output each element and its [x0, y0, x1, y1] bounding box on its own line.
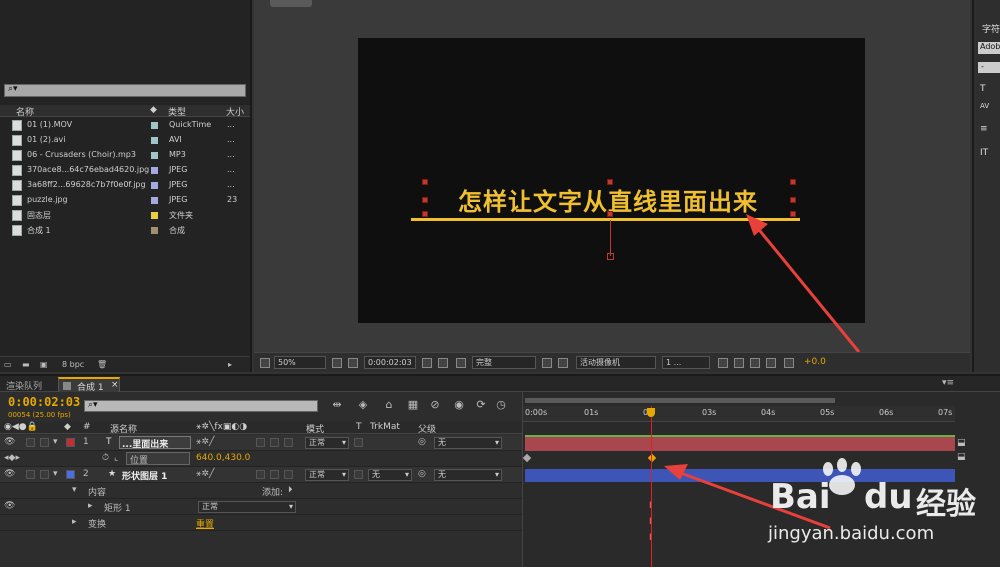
fast-preview-icon[interactable]: [734, 358, 744, 368]
roi-icon[interactable]: [542, 358, 552, 368]
project-column-header: 名称 ◆ 类型 大小: [0, 105, 250, 118]
color-icon[interactable]: [456, 358, 466, 368]
file-icon: [12, 165, 22, 176]
exposure-icon[interactable]: [784, 358, 794, 368]
camera-dropdown[interactable]: 活动摄像机: [576, 356, 656, 369]
item-size: 23: [227, 195, 238, 204]
project-item[interactable]: 01 (2).avi AVI...: [0, 133, 250, 148]
viewer-timecode[interactable]: 0:00:02:03: [364, 356, 416, 369]
item-size: ...: [227, 165, 235, 174]
views-dropdown[interactable]: 1 ...: [662, 356, 710, 369]
item-size: ...: [227, 120, 235, 129]
ae-window: ⌕▾ 名称 ◆ 类型 大小 01 (1).MOV QuickTime... 01 (…: [0, 0, 1000, 567]
flowchart-icon[interactable]: [766, 358, 776, 368]
tag-icon[interactable]: ◆: [150, 105, 157, 115]
kerning-icon: AV: [980, 102, 990, 110]
project-panel: ⌕▾ 名称 ◆ 类型 大小 01 (1).MOV QuickTime... 01 (…: [0, 0, 252, 372]
search-icon: ⌕▾: [8, 84, 18, 94]
character-panel: 字符 Adob - T AV ≡ IT: [972, 0, 1000, 372]
exposure-value[interactable]: +0.0: [804, 357, 826, 367]
project-item[interactable]: 01 (1).MOV QuickTime...: [0, 118, 250, 133]
item-name: 06 - Crusaders (Choir).mp3: [27, 150, 136, 159]
item-type: 合成: [169, 226, 185, 235]
project-search-input[interactable]: ⌕▾: [4, 84, 246, 97]
watermark-brand-2: du: [864, 477, 913, 517]
item-type: JPEG: [169, 195, 188, 204]
label-swatch[interactable]: [151, 227, 158, 234]
viewer-toolbar: 50% 0:00:02:03 完整 活动摄像机 1 ... +0.0: [254, 352, 970, 372]
interpret-footage-icon[interactable]: ▭: [4, 360, 12, 369]
project-item[interactable]: puzzle.jpg JPEG 23: [0, 193, 250, 208]
watermark-cn: 经验: [916, 487, 976, 522]
vertical-scale-icon: IT: [980, 148, 989, 158]
watermark-brand: Bai: [770, 477, 831, 517]
file-icon: [12, 195, 22, 206]
zoom-dropdown[interactable]: 50%: [274, 356, 326, 369]
scroll-right-icon[interactable]: ▸: [228, 360, 232, 369]
project-item[interactable]: 固态层 文件夹: [0, 208, 250, 223]
label-swatch[interactable]: [151, 167, 158, 174]
file-icon: [12, 225, 22, 236]
label-swatch[interactable]: [151, 122, 158, 129]
new-folder-icon[interactable]: ▬: [22, 360, 30, 369]
trash-icon[interactable]: 🗑: [97, 360, 107, 369]
item-type: AVI: [169, 135, 182, 144]
item-name: 370ace8...64c76ebad4620.jpg: [27, 165, 150, 174]
item-type: QuickTime: [169, 120, 212, 129]
project-item[interactable]: 370ace8...64c76ebad4620.jpg JPEG...: [0, 163, 250, 178]
item-size: ...: [227, 135, 235, 144]
item-size: ...: [227, 150, 235, 159]
font-family-dropdown[interactable]: Adob: [978, 42, 1000, 54]
file-icon: [12, 150, 22, 161]
item-name: 固态层: [27, 211, 51, 220]
label-swatch[interactable]: [151, 212, 158, 219]
item-type: JPEG: [169, 165, 188, 174]
item-name: 合成 1: [27, 226, 51, 235]
project-footer: ▭ ▬ ▣ 8 bpc 🗑 ▸: [0, 356, 250, 372]
always-preview-icon[interactable]: [260, 358, 270, 368]
file-icon: [12, 135, 22, 146]
item-name: 01 (2).avi: [27, 135, 66, 144]
item-name: 01 (1).MOV: [27, 120, 73, 129]
transparency-grid-icon[interactable]: [558, 358, 568, 368]
column-type[interactable]: 类型: [168, 105, 186, 118]
file-icon: [12, 120, 22, 131]
column-size[interactable]: 大小: [226, 105, 244, 118]
new-comp-icon[interactable]: ▣: [40, 360, 48, 369]
project-item[interactable]: 3a68ff2...69628c7b7f0e0f.jpg JPEG...: [0, 178, 250, 193]
item-type: MP3: [169, 150, 186, 159]
label-swatch[interactable]: [151, 182, 158, 189]
label-swatch[interactable]: [151, 137, 158, 144]
item-type: JPEG: [169, 180, 188, 189]
file-icon: [12, 210, 22, 221]
project-item[interactable]: 06 - Crusaders (Choir).mp3 MP3...: [0, 148, 250, 163]
timeline-icon[interactable]: [750, 358, 760, 368]
resolution-icon[interactable]: [332, 358, 342, 368]
channel-icon[interactable]: [438, 358, 448, 368]
baidu-jingyan-watermark: Bai du 经验 jingyan.baidu.com: [766, 455, 996, 565]
character-tab[interactable]: 字符: [982, 22, 1000, 35]
composition-viewer: 怎样让文字从直线里面出来 50% 0:00:02:03 完整 活动摄像机 1 .…: [254, 0, 970, 372]
grid-icon[interactable]: [348, 358, 358, 368]
item-name: 3a68ff2...69628c7b7f0e0f.jpg: [27, 180, 146, 189]
quality-dropdown[interactable]: 完整: [472, 356, 536, 369]
item-name: puzzle.jpg: [27, 195, 68, 204]
camera-icon[interactable]: [422, 358, 432, 368]
watermark-url: jingyan.baidu.com: [768, 523, 935, 544]
item-type: 文件夹: [169, 211, 193, 220]
bpc-label[interactable]: 8 bpc: [62, 360, 84, 369]
label-swatch[interactable]: [151, 197, 158, 204]
toggle-pixel-icon[interactable]: [718, 358, 728, 368]
item-size: ...: [227, 180, 235, 189]
project-item[interactable]: 合成 1 合成: [0, 223, 250, 238]
label-swatch[interactable]: [151, 152, 158, 159]
font-size-icon: T: [980, 84, 986, 94]
stroke-icon: ≡: [980, 124, 988, 134]
column-name[interactable]: 名称: [16, 105, 34, 118]
font-style-dropdown[interactable]: -: [978, 62, 1000, 73]
annotation-arrow: [746, 214, 861, 353]
file-icon: [12, 180, 22, 191]
